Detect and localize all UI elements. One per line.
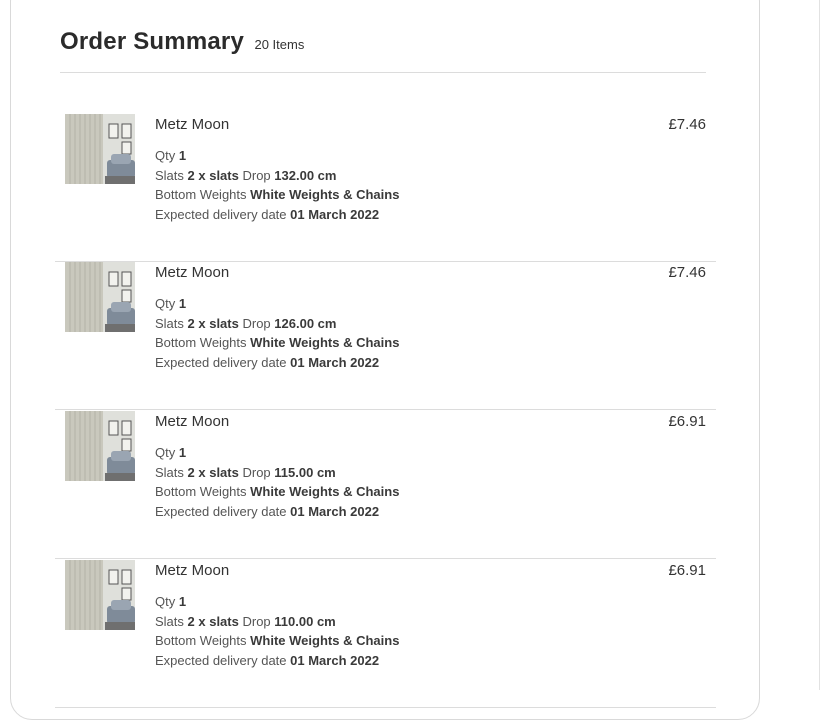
weights-row: Bottom Weights White Weights & Chains [155,631,399,651]
product-thumbnail[interactable] [65,411,135,481]
weights-value: White Weights & Chains [250,335,400,350]
qty-row: Qty 1 [155,443,399,463]
product-name[interactable]: Metz Moon [155,264,229,281]
order-item: Metz Moon £7.46 Qty 1 Slats 2 x slats Dr… [55,114,716,262]
drop-value: 115.00 cm [274,464,336,480]
delivery-label: Expected delivery date [155,206,287,222]
product-thumbnail[interactable] [65,262,135,332]
delivery-row: Expected delivery date 01 March 2022 [155,353,399,373]
header-divider [60,72,706,73]
delivery-row: Expected delivery date 01 March 2022 [155,651,399,671]
drop-value: 132.00 cm [274,167,337,183]
slats-label: Slats [155,167,184,183]
qty-label: Qty [155,445,176,460]
drop-value: 126.00 cm [274,315,337,331]
slats-value: 2 x slats [187,315,239,331]
weights-label: Bottom Weights [155,484,247,499]
product-details: Qty 1 Slats 2 x slats Drop 132.00 cm Bot… [155,146,399,224]
qty-label: Qty [155,594,176,609]
weights-row: Bottom Weights White Weights & Chains [155,185,399,205]
delivery-value: 01 March 2022 [290,652,380,668]
qty-value: 1 [178,148,187,163]
order-item: Metz Moon £6.91 Qty 1 Slats 2 x slats Dr… [55,411,716,559]
product-details: Qty 1 Slats 2 x slats Drop 126.00 cm Bot… [155,294,399,372]
slats-label: Slats [155,613,184,629]
delivery-value: 01 March 2022 [290,503,380,519]
product-details: Qty 1 Slats 2 x slats Drop 115.00 cm Bot… [155,443,399,521]
product-price: £6.91 [668,413,706,430]
weights-value: White Weights & Chains [250,187,400,202]
qty-value: 1 [178,445,187,460]
product-price: £6.91 [668,562,706,579]
item-divider [55,409,716,410]
qty-label: Qty [155,296,176,311]
weights-row: Bottom Weights White Weights & Chains [155,482,399,502]
delivery-value: 01 March 2022 [290,354,380,370]
slats-value: 2 x slats [187,464,239,480]
slats-value: 2 x slats [187,613,239,629]
slats-label: Slats [155,464,184,480]
slats-label: Slats [155,315,184,331]
product-name[interactable]: Metz Moon [155,413,229,430]
slats-value: 2 x slats [187,167,239,183]
delivery-row: Expected delivery date 01 March 2022 [155,502,399,522]
product-price: £7.46 [668,116,706,133]
weights-row: Bottom Weights White Weights & Chains [155,333,399,353]
delivery-value: 01 March 2022 [290,206,380,222]
page-divider [819,0,820,690]
weights-label: Bottom Weights [155,633,247,648]
order-item: Metz Moon £6.91 Qty 1 Slats 2 x slats Dr… [55,560,716,708]
weights-value: White Weights & Chains [250,484,400,499]
qty-value: 1 [178,594,187,609]
qty-row: Qty 1 [155,294,399,314]
delivery-row: Expected delivery date 01 March 2022 [155,205,399,225]
slats-row: Slats 2 x slats Drop 126.00 cm [155,314,399,334]
qty-row: Qty 1 [155,592,399,612]
product-details: Qty 1 Slats 2 x slats Drop 110.00 cm Bot… [155,592,399,670]
order-item: Metz Moon £7.46 Qty 1 Slats 2 x slats Dr… [55,262,716,410]
item-divider [55,558,716,559]
drop-label: Drop [242,315,271,331]
product-thumbnail[interactable] [65,560,135,630]
weights-label: Bottom Weights [155,335,247,350]
item-divider [55,707,716,708]
delivery-label: Expected delivery date [155,503,287,519]
weights-label: Bottom Weights [155,187,247,202]
product-name[interactable]: Metz Moon [155,116,229,133]
delivery-label: Expected delivery date [155,354,287,370]
slats-row: Slats 2 x slats Drop 132.00 cm [155,166,399,186]
qty-value: 1 [178,296,187,311]
order-summary-header: Order Summary 20 Items [60,28,304,60]
item-count: 20 Items [254,37,305,52]
weights-value: White Weights & Chains [250,633,400,648]
product-price: £7.46 [668,264,706,281]
qty-label: Qty [155,148,176,163]
slats-row: Slats 2 x slats Drop 110.00 cm [155,612,399,632]
slats-row: Slats 2 x slats Drop 115.00 cm [155,463,399,483]
drop-label: Drop [242,464,271,480]
qty-row: Qty 1 [155,146,399,166]
drop-label: Drop [242,613,271,629]
order-summary-title: Order Summary [60,28,245,55]
product-name[interactable]: Metz Moon [155,562,229,579]
drop-value: 110.00 cm [274,613,336,629]
drop-label: Drop [242,167,271,183]
delivery-label: Expected delivery date [155,652,287,668]
product-thumbnail[interactable] [65,114,135,184]
